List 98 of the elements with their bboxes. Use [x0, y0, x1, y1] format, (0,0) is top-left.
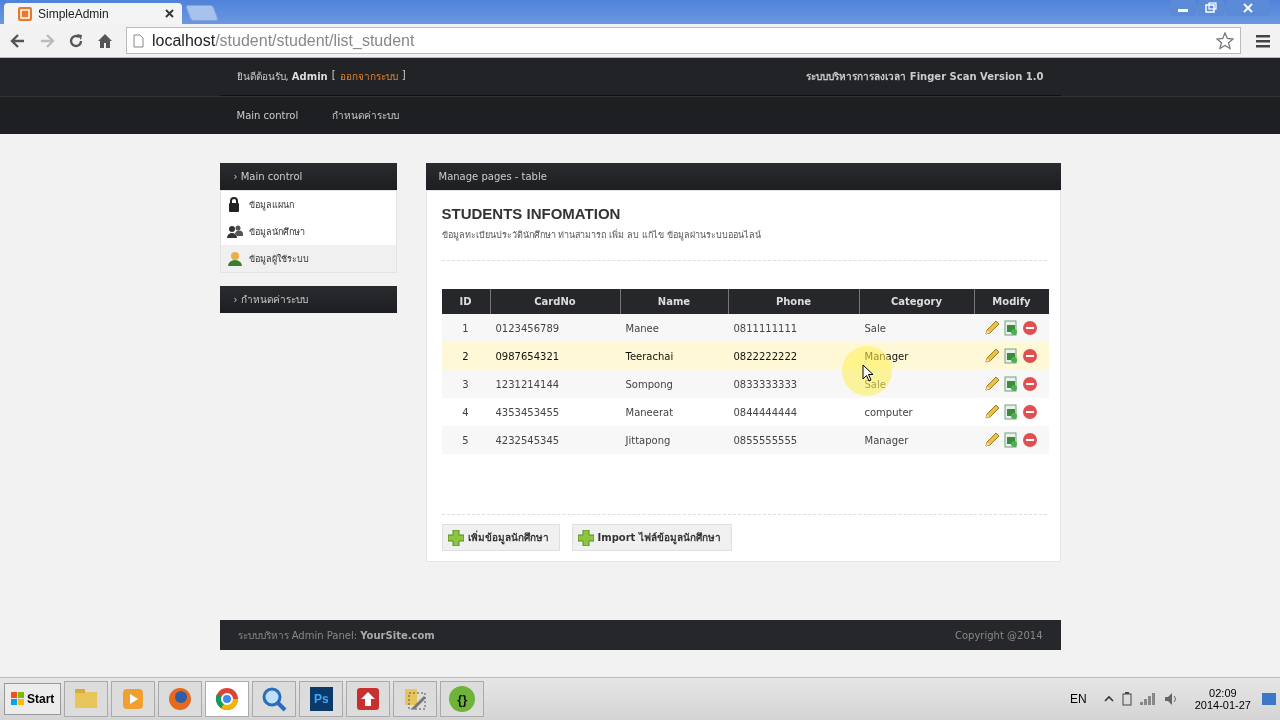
bracket-text: ]	[401, 69, 406, 82]
details-button[interactable]	[1003, 432, 1019, 448]
nav-link[interactable]: กำหนดค่าระบบ	[332, 108, 400, 123]
table-cell: 3	[462, 378, 469, 390]
table-cell: Jittapong	[625, 434, 671, 446]
back-icon	[8, 31, 27, 50]
chevron-up-icon	[1103, 694, 1114, 704]
restore-icon	[1198, 0, 1224, 16]
windows-logo-icon	[11, 692, 25, 706]
star-icon	[1216, 31, 1234, 50]
table-cell: 0987654321	[495, 350, 560, 362]
table-cell: 0833333333	[733, 378, 798, 390]
url-text: localhost/student/student/list_student	[152, 31, 415, 50]
table-row[interactable]: 3 1231214144 Sompong 0833333333 Sale	[441, 370, 1049, 398]
table-cell: Sompong	[625, 378, 673, 390]
table-cell: Manee	[625, 322, 659, 334]
table-cell: 1231214144	[495, 378, 560, 390]
table-cell: 0844444444	[733, 406, 798, 418]
add-button[interactable]: Import ไฟล์ข้อมูลนักศึกษา	[571, 524, 732, 551]
panel-header[interactable]: › กำหนดค่าระบบ	[219, 286, 397, 313]
close-icon	[1226, 0, 1270, 16]
new-tab-button[interactable]	[185, 5, 219, 21]
table-cell: 5	[462, 434, 469, 446]
edit-button[interactable]	[984, 404, 1000, 420]
table-cell: 0123456789	[495, 322, 560, 334]
close-icon	[165, 9, 174, 18]
system-title: ระบบบริหารการลงเวลา Finger Scan Version 1.0	[806, 70, 1044, 84]
edit-button[interactable]	[984, 376, 1000, 392]
taskbar-button[interactable]	[346, 681, 391, 717]
footer-text: ระบบบริหาร Admin Panel: YourSite.com	[237, 628, 435, 643]
details-button[interactable]	[1003, 320, 1019, 336]
sidebar-item[interactable]: ข้อมูลผู้ใช้ระบบ	[220, 245, 396, 272]
details-button[interactable]	[1003, 348, 1019, 364]
show-desktop-icon	[1262, 693, 1276, 705]
taskbar-button[interactable]: Ps	[299, 681, 344, 717]
table-cell: 4	[462, 406, 469, 418]
delete-button[interactable]	[1022, 404, 1038, 420]
search-icon	[260, 685, 289, 713]
app-icon	[18, 6, 32, 21]
address-bar[interactable]: localhost/student/student/list_student	[126, 27, 1241, 54]
column-header: ID	[458, 295, 473, 309]
battery-icon	[1121, 692, 1132, 706]
delete-button[interactable]	[1022, 432, 1038, 448]
taskbar-button[interactable]	[393, 681, 438, 717]
language-indicator[interactable]: EN	[1070, 692, 1087, 706]
cursor-icon	[861, 364, 874, 382]
add-button[interactable]: เพิ่มข้อมูลนักศึกษา	[441, 524, 560, 551]
taskbar-button[interactable]	[252, 681, 297, 717]
details-button[interactable]	[1003, 376, 1019, 392]
table-cell: Teerachai	[625, 350, 674, 362]
clock-date: 2014-01-27	[1194, 699, 1251, 711]
table-cell: 2	[462, 350, 469, 362]
page-heading: STUDENTS INFOMATION	[441, 205, 622, 222]
panel-header: Manage pages - table	[425, 163, 1061, 190]
welcome-text: ยินดีต้อนรับ, Admin	[236, 70, 328, 84]
delete-button[interactable]	[1022, 320, 1038, 336]
table-cell: 0822222222	[733, 350, 798, 362]
table-row[interactable]: 2 0987654321 Teerachai 0822222222 Manager	[441, 342, 1049, 370]
user-icon	[226, 250, 243, 267]
plus-icon	[577, 529, 594, 546]
table-cell: Maneerat	[625, 406, 674, 418]
start-button[interactable]: Start	[4, 683, 62, 715]
users-icon	[226, 223, 243, 240]
sidebar-item[interactable]: ข้อมูลแผนก	[220, 191, 396, 218]
edit-button[interactable]	[984, 432, 1000, 448]
table-cell: 1	[462, 322, 469, 334]
delete-button[interactable]	[1022, 348, 1038, 364]
table-cell: 4353453455	[495, 406, 560, 418]
table-cell: 4232545345	[495, 434, 560, 446]
bracket-text: [	[331, 69, 336, 82]
details-button[interactable]	[1003, 404, 1019, 420]
panel-header: › Main control	[219, 163, 397, 190]
copyright-text: Copyright @2014	[955, 629, 1043, 641]
edit-button[interactable]	[984, 320, 1000, 336]
table-cell: Manager	[864, 350, 909, 362]
taskbar-button[interactable]	[205, 681, 250, 717]
signal-icon	[1139, 693, 1156, 705]
logout-link[interactable]: ออกจากระบบ	[339, 69, 398, 84]
nav-link[interactable]: Main control	[236, 110, 299, 121]
table-cell: computer	[864, 406, 913, 418]
table-cell: Manager	[864, 434, 909, 446]
page-description: ข้อมูลทะเบียนประวัตินักศึกษา ท่านสามารถ เพิ่ม ลบ แก้ไข ข้อมูลผ่านระบบออนไลน์	[441, 228, 762, 242]
delete-button[interactable]	[1022, 376, 1038, 392]
taskbar-button[interactable]	[158, 681, 203, 717]
table-cell: Sale	[864, 378, 886, 390]
minimize-icon	[1170, 0, 1196, 16]
table-row[interactable]: 1 0123456789 Manee 0811111111 Sale	[441, 314, 1049, 342]
clock-time: 02:09	[1209, 687, 1237, 699]
page-icon	[133, 33, 144, 48]
table-cell: 0811111111	[733, 322, 798, 334]
table-cell: 0855555555	[733, 434, 798, 446]
edit-button[interactable]	[984, 348, 1000, 364]
sidebar-item[interactable]: ข้อมูลนักศึกษา	[220, 218, 396, 245]
plus-icon	[447, 529, 464, 546]
table-cell: Sale	[864, 322, 886, 334]
table-row[interactable]: 5 4232545345 Jittapong 0855555555 Manager	[441, 426, 1049, 454]
taskbar-button[interactable]: {}	[440, 681, 485, 717]
browser-tab[interactable]: SimpleAdmin	[4, 3, 182, 24]
